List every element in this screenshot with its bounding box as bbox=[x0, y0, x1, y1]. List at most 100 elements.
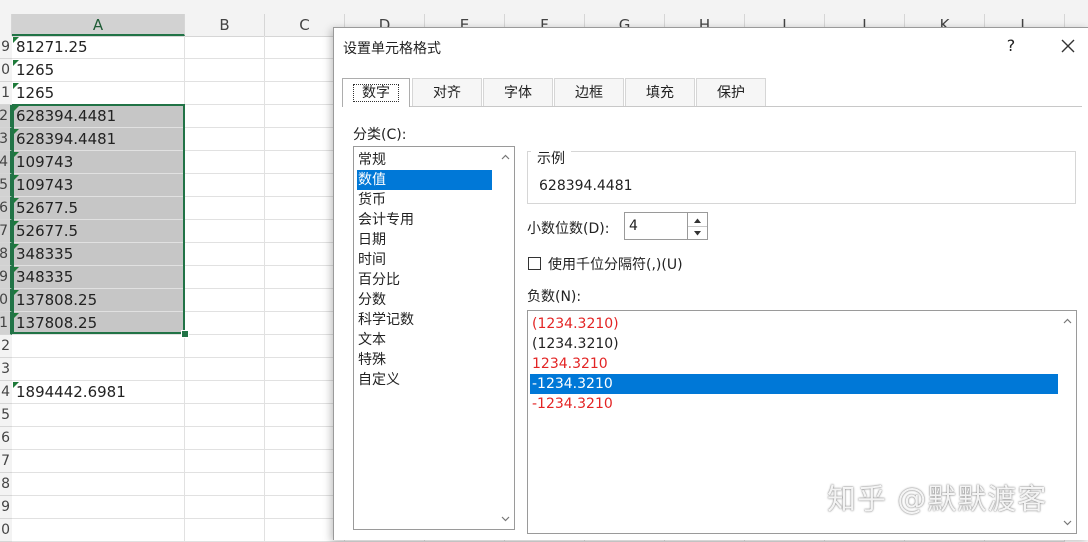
scroll-down-icon[interactable] bbox=[501, 514, 510, 523]
cell-b[interactable] bbox=[185, 335, 265, 358]
row-header[interactable]: 1 bbox=[0, 82, 12, 105]
category-list[interactable]: 常规 数值 货币 会计专用 日期 时间 百分比 分数 科学记数 文本 特殊 自定义 bbox=[353, 146, 515, 530]
row-header[interactable]: 6 bbox=[0, 427, 12, 450]
negative-format-item[interactable]: -1234.3210 bbox=[530, 394, 1058, 414]
cell-b[interactable] bbox=[185, 473, 265, 496]
cell-a[interactable]: 52677.5 bbox=[12, 197, 185, 220]
category-item[interactable]: 会计专用 bbox=[357, 210, 492, 230]
scroll-down-icon[interactable] bbox=[1063, 518, 1072, 527]
cell-a[interactable]: 348335 bbox=[12, 243, 185, 266]
cell-a[interactable]: 1265 bbox=[12, 59, 185, 82]
row-header[interactable]: 3 bbox=[0, 358, 12, 381]
cell-a[interactable]: 1265 bbox=[12, 82, 185, 105]
tab-5[interactable]: 保护 bbox=[696, 78, 766, 106]
category-item[interactable]: 数值 bbox=[357, 170, 492, 190]
category-item[interactable]: 日期 bbox=[357, 230, 492, 250]
negative-format-item[interactable]: (1234.3210) bbox=[530, 314, 1058, 334]
spinner-down-button[interactable] bbox=[688, 226, 707, 239]
cell-b[interactable] bbox=[185, 266, 265, 289]
row-header[interactable]: 9 bbox=[0, 36, 12, 59]
cell-a[interactable]: 52677.5 bbox=[12, 220, 185, 243]
tab-0[interactable]: 数字 bbox=[342, 78, 410, 107]
row-header[interactable]: 5 bbox=[0, 174, 12, 197]
category-item[interactable]: 货币 bbox=[357, 190, 492, 210]
column-header-b[interactable]: B bbox=[185, 14, 265, 36]
cell-b[interactable] bbox=[185, 105, 265, 128]
fill-handle[interactable] bbox=[181, 330, 189, 338]
cell-a[interactable] bbox=[12, 473, 185, 496]
row-header[interactable]: 2 bbox=[0, 105, 12, 128]
category-item[interactable]: 自定义 bbox=[357, 370, 492, 390]
row-header[interactable]: 1 bbox=[0, 312, 12, 335]
negative-scrollbar[interactable] bbox=[1059, 311, 1076, 533]
row-header[interactable]: 0 bbox=[0, 289, 12, 312]
category-item[interactable]: 文本 bbox=[357, 330, 492, 350]
tab-4[interactable]: 填充 bbox=[625, 78, 695, 106]
row-header[interactable]: 9 bbox=[0, 496, 12, 519]
scroll-up-icon[interactable] bbox=[1063, 317, 1072, 326]
cell-b[interactable] bbox=[185, 289, 265, 312]
cell-b[interactable] bbox=[185, 128, 265, 151]
cell-b[interactable] bbox=[185, 427, 265, 450]
cell-a[interactable] bbox=[12, 335, 185, 358]
category-scrollbar[interactable] bbox=[497, 147, 514, 529]
row-header[interactable]: 9 bbox=[0, 266, 12, 289]
cell-a[interactable] bbox=[12, 358, 185, 381]
tab-3[interactable]: 边框 bbox=[554, 78, 624, 106]
cell-b[interactable] bbox=[185, 151, 265, 174]
category-item[interactable]: 时间 bbox=[357, 250, 492, 270]
cell-b[interactable] bbox=[185, 197, 265, 220]
decimal-places-spinner[interactable] bbox=[687, 212, 708, 240]
cell-b[interactable] bbox=[185, 174, 265, 197]
tab-1[interactable]: 对齐 bbox=[412, 78, 482, 106]
cell-b[interactable] bbox=[185, 381, 265, 404]
row-header[interactable]: 8 bbox=[0, 243, 12, 266]
row-header[interactable]: 3 bbox=[0, 128, 12, 151]
row-header[interactable]: 4 bbox=[0, 151, 12, 174]
cell-b[interactable] bbox=[185, 243, 265, 266]
help-button[interactable]: ? bbox=[1001, 36, 1021, 56]
cell-b[interactable] bbox=[185, 312, 265, 335]
cell-a[interactable]: 81271.25 bbox=[12, 36, 185, 59]
row-header[interactable]: 5 bbox=[0, 404, 12, 427]
column-header-a[interactable]: A bbox=[12, 14, 185, 36]
close-button[interactable] bbox=[1056, 34, 1080, 58]
row-header[interactable]: 6 bbox=[0, 197, 12, 220]
row-header[interactable]: 0 bbox=[0, 59, 12, 82]
row-header[interactable]: 8 bbox=[0, 473, 12, 496]
row-header[interactable]: 7 bbox=[0, 220, 12, 243]
negative-format-item[interactable]: -1234.3210 bbox=[530, 374, 1058, 394]
select-all-corner[interactable] bbox=[0, 14, 12, 36]
category-item[interactable]: 科学记数 bbox=[357, 310, 492, 330]
tab-2[interactable]: 字体 bbox=[483, 78, 553, 106]
category-item[interactable]: 特殊 bbox=[357, 350, 492, 370]
cell-a[interactable]: 628394.4481 bbox=[12, 128, 185, 151]
cell-b[interactable] bbox=[185, 358, 265, 381]
decimal-places-input[interactable]: 4 bbox=[624, 212, 688, 240]
cell-a[interactable] bbox=[12, 404, 185, 427]
category-item[interactable]: 常规 bbox=[357, 150, 492, 170]
cell-b[interactable] bbox=[185, 404, 265, 427]
thousands-separator-checkbox[interactable] bbox=[528, 257, 541, 270]
row-header[interactable]: 7 bbox=[0, 450, 12, 473]
cell-a[interactable]: 628394.4481 bbox=[12, 105, 185, 128]
cell-b[interactable] bbox=[185, 82, 265, 105]
category-item[interactable]: 百分比 bbox=[357, 270, 492, 290]
cell-a[interactable]: 348335 bbox=[12, 266, 185, 289]
cell-a[interactable]: 109743 bbox=[12, 174, 185, 197]
cell-a[interactable] bbox=[12, 496, 185, 519]
cell-a[interactable]: 137808.25 bbox=[12, 289, 185, 312]
negative-format-item[interactable]: 1234.3210 bbox=[530, 354, 1058, 374]
cell-a[interactable]: 109743 bbox=[12, 151, 185, 174]
cell-b[interactable] bbox=[185, 496, 265, 519]
thousands-separator-label[interactable]: 使用千位分隔符(,)(U) bbox=[548, 254, 683, 274]
cell-b[interactable] bbox=[185, 220, 265, 243]
spinner-up-button[interactable] bbox=[688, 213, 707, 227]
cell-b[interactable] bbox=[185, 36, 265, 59]
scroll-up-icon[interactable] bbox=[501, 153, 510, 162]
cell-a[interactable] bbox=[12, 427, 185, 450]
cell-b[interactable] bbox=[185, 59, 265, 82]
cell-a[interactable] bbox=[12, 450, 185, 473]
category-item[interactable]: 分数 bbox=[357, 290, 492, 310]
cell-a[interactable]: 1894442.6981 bbox=[12, 381, 185, 404]
